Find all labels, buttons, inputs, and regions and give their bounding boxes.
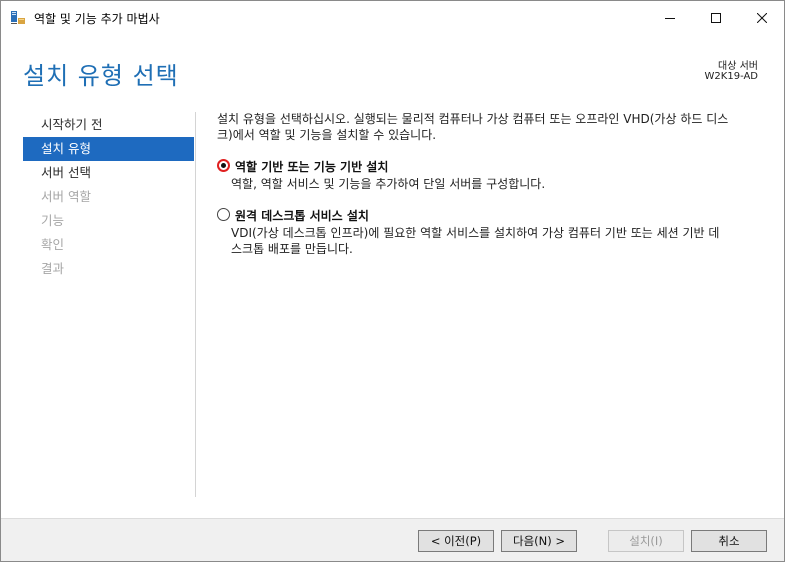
target-server-name: W2K19-AD bbox=[704, 71, 758, 82]
role-based-desc-line-1: 역할, 역할 서비스 및 기능을 추가하여 단일 서버를 구성합니다. bbox=[231, 177, 546, 191]
remote-desktop-description: VDI(가상 데스크톱 인프라)에 필요한 역할 서비스를 설치하여 가상 컴퓨… bbox=[231, 225, 771, 257]
server-manager-icon bbox=[10, 9, 26, 25]
remote-desktop-radio[interactable] bbox=[217, 208, 230, 221]
minimize-icon bbox=[665, 17, 675, 19]
role-based-description: 역할, 역할 서비스 및 기능을 추가하여 단일 서버를 구성합니다. bbox=[231, 176, 771, 192]
intro-line-2: 크)에서 역할 및 기능을 설치할 수 있습니다. bbox=[217, 128, 437, 142]
wizard-nav: 시작하기 전 설치 유형 서버 선택 서버 역할 기능 확인 결과 bbox=[23, 113, 194, 281]
role-based-radio[interactable] bbox=[217, 159, 230, 172]
maximize-button[interactable] bbox=[693, 1, 739, 34]
main-content: 설치 유형을 선택하십시오. 실행되는 물리적 컴퓨터나 가상 컴퓨터 또는 오… bbox=[217, 111, 772, 256]
close-button[interactable] bbox=[739, 1, 784, 34]
wizard-footer: < 이전(P) 다음(N) > 설치(I) 취소 bbox=[1, 518, 784, 561]
wizard-header: 설치 유형 선택 대상 서버 W2K19-AD bbox=[1, 34, 784, 109]
nav-item-before-you-begin[interactable]: 시작하기 전 bbox=[23, 113, 194, 137]
nav-divider bbox=[195, 112, 196, 497]
page-title: 설치 유형 선택 bbox=[23, 62, 179, 90]
install-button: 설치(I) bbox=[608, 530, 684, 552]
intro-text: 설치 유형을 선택하십시오. 실행되는 물리적 컴퓨터나 가상 컴퓨터 또는 오… bbox=[217, 111, 772, 143]
title-bar[interactable]: 역할 및 기능 추가 마법사 bbox=[1, 1, 784, 34]
window-title: 역할 및 기능 추가 마법사 bbox=[34, 12, 160, 26]
role-based-label[interactable]: 역할 기반 또는 기능 기반 설치 bbox=[235, 158, 388, 175]
cancel-button[interactable]: 취소 bbox=[691, 530, 767, 552]
target-server-label: 대상 서버 bbox=[718, 61, 758, 72]
close-icon bbox=[757, 12, 767, 23]
next-button[interactable]: 다음(N) > bbox=[501, 530, 577, 552]
nav-item-installation-type[interactable]: 설치 유형 bbox=[23, 137, 194, 161]
remote-desktop-label[interactable]: 원격 데스크톱 서비스 설치 bbox=[235, 207, 369, 224]
nav-item-server-roles: 서버 역할 bbox=[41, 189, 91, 204]
nav-item-confirmation: 확인 bbox=[41, 237, 65, 252]
remote-desktop-desc-line-2: 스크톱 배포를 만듭니다. bbox=[231, 242, 353, 256]
minimize-button[interactable] bbox=[647, 1, 693, 34]
intro-line-1: 설치 유형을 선택하십시오. 실행되는 물리적 컴퓨터나 가상 컴퓨터 또는 오… bbox=[217, 112, 729, 126]
nav-item-server-selection[interactable]: 서버 선택 bbox=[23, 161, 194, 185]
wizard-window: 역할 및 기능 추가 마법사 설치 유형 선택 대상 서버 W2K19-AD 시… bbox=[0, 0, 785, 562]
previous-button[interactable]: < 이전(P) bbox=[418, 530, 494, 552]
nav-item-features: 기능 bbox=[41, 213, 65, 228]
maximize-icon bbox=[711, 12, 721, 23]
nav-item-results: 결과 bbox=[41, 261, 65, 276]
remote-desktop-desc-line-1: VDI(가상 데스크톱 인프라)에 필요한 역할 서비스를 설치하여 가상 컴퓨… bbox=[231, 226, 720, 240]
